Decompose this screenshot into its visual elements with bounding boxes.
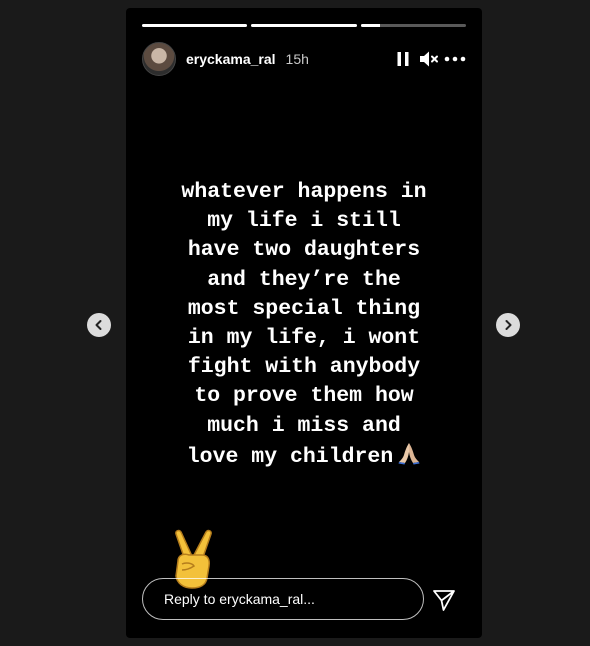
progress-segment: [251, 24, 357, 27]
progress-segment: [142, 24, 248, 27]
story-header: eryckama_ral 15h: [142, 42, 468, 76]
reply-placeholder: Reply to eryckama_ral...: [164, 591, 315, 607]
reply-input[interactable]: Reply to eryckama_ral...: [142, 578, 424, 620]
story-text-line-last: love my children: [146, 441, 462, 472]
send-icon[interactable]: [431, 587, 457, 613]
mute-button[interactable]: [416, 46, 442, 72]
more-options-icon: [444, 56, 466, 62]
next-story-button[interactable]: [496, 313, 520, 337]
story-text-line: in my life, i wont: [187, 326, 421, 351]
story-text-line-text: love my children: [186, 444, 394, 469]
story-text-line: have two daughters: [187, 238, 421, 263]
username[interactable]: eryckama_ral: [186, 51, 276, 67]
story-text-line: most special thing: [187, 296, 421, 321]
muted-speaker-icon: [420, 51, 438, 67]
story-text-line: fight with anybody: [187, 355, 421, 380]
story-text-line: my life i still: [207, 209, 401, 234]
story-progress-bar: [142, 24, 466, 27]
story-viewer[interactable]: eryckama_ral 15h whatever happens in my …: [126, 8, 482, 638]
folded-hands-emoji-icon: [398, 442, 420, 465]
chevron-left-icon: [95, 320, 102, 330]
timestamp: 15h: [285, 51, 309, 67]
pause-icon: [397, 52, 409, 66]
story-text-line: whatever happens in: [181, 180, 427, 204]
story-text: whatever happens in my life i still have…: [146, 178, 462, 472]
chevron-right-icon: [505, 320, 512, 330]
story-text-line: much i miss and: [207, 413, 401, 438]
story-text-line: to prove them how: [194, 384, 414, 409]
story-text-line: and they’re the: [207, 267, 401, 292]
more-options-button[interactable]: [442, 46, 468, 72]
previous-story-button[interactable]: [87, 313, 111, 337]
avatar[interactable]: [142, 42, 176, 76]
progress-segment: [360, 24, 466, 27]
pause-button[interactable]: [390, 46, 416, 72]
